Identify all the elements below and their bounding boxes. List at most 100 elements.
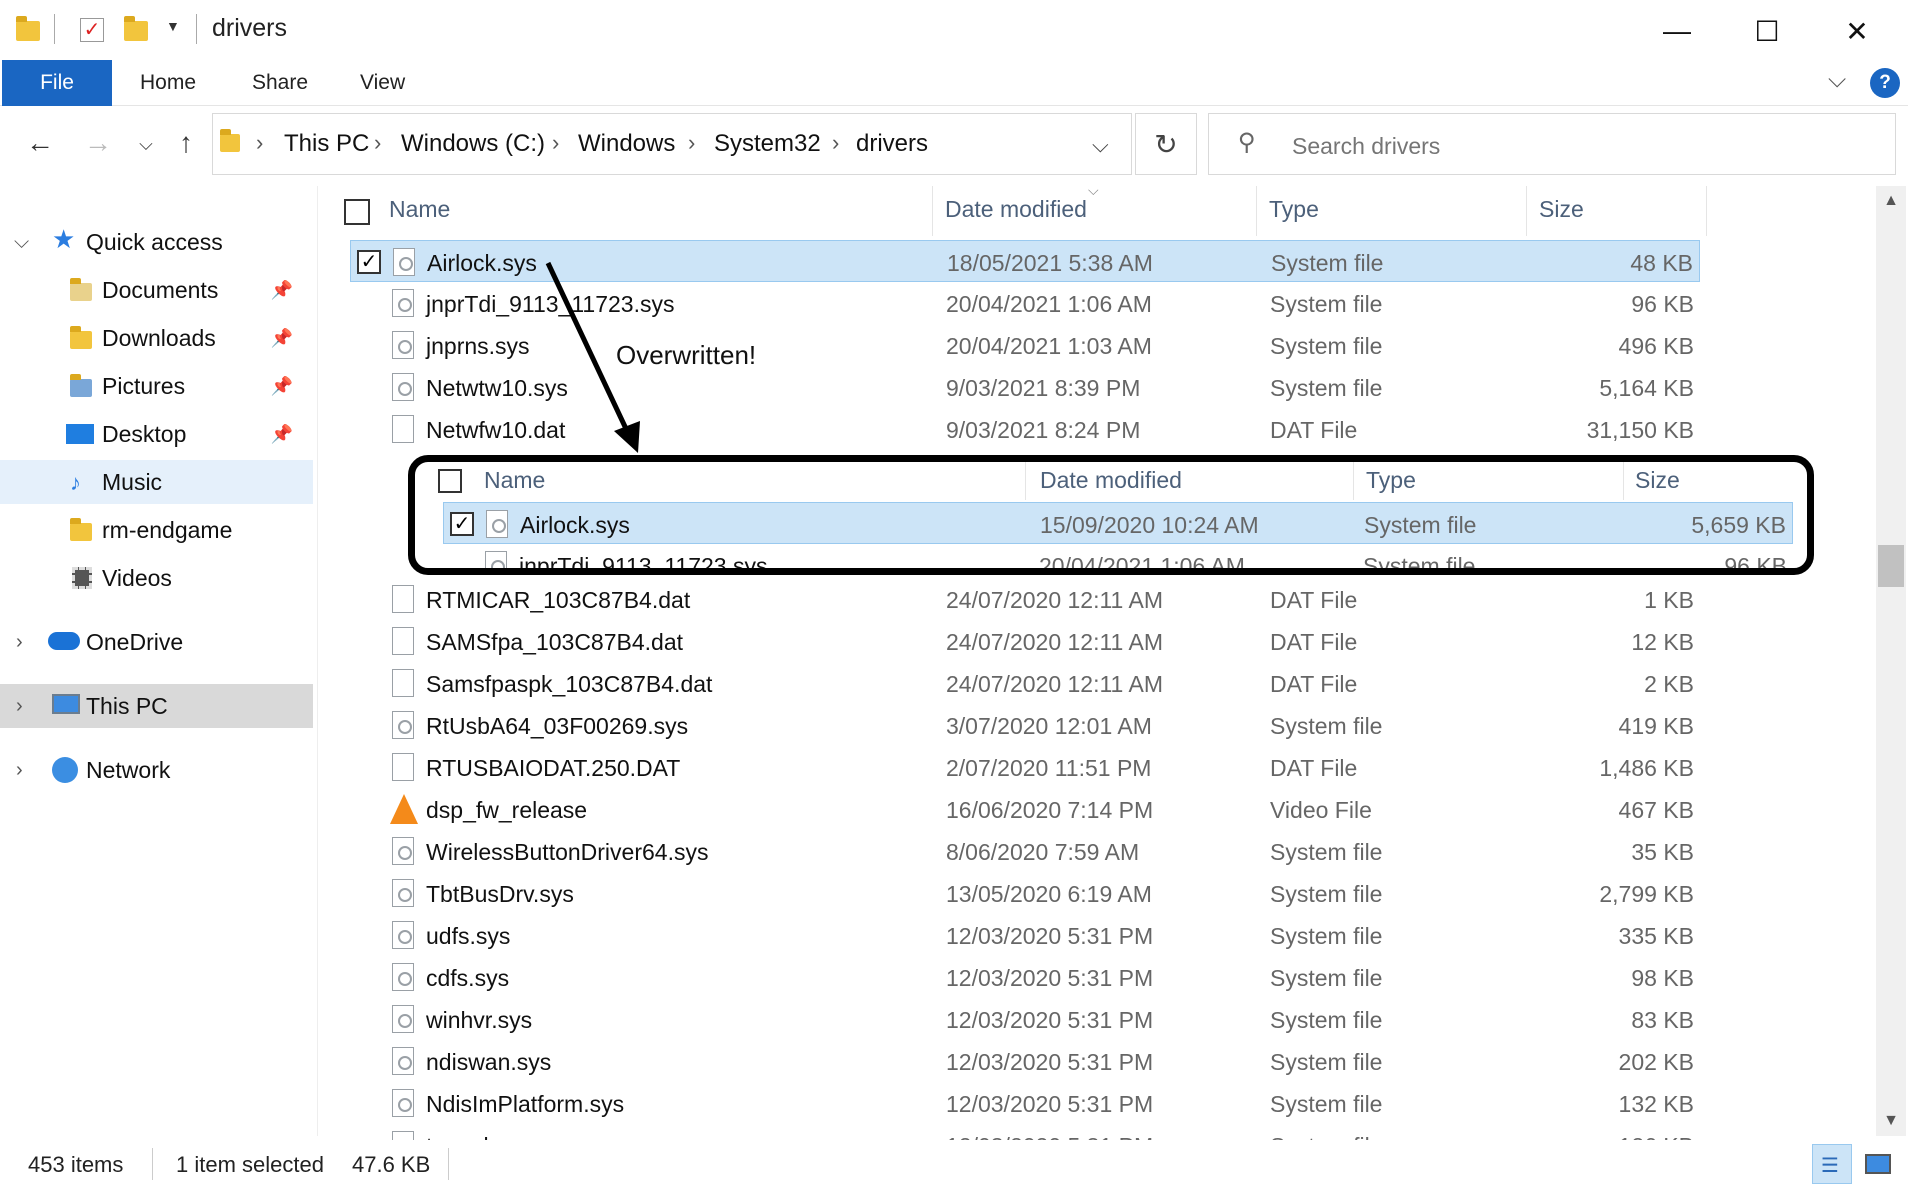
customize-quick-access-icon[interactable]: ▼ <box>166 18 180 34</box>
pin-icon[interactable]: 📌 <box>271 376 293 397</box>
pin-icon[interactable]: 📌 <box>271 424 293 445</box>
pin-icon[interactable]: 📌 <box>271 328 293 349</box>
column-header-date-modified[interactable]: Date modified <box>945 196 1087 223</box>
file-name: udfs.sys <box>426 923 511 949</box>
file-row[interactable]: cdfs.sys 12/03/2020 5:31 PM System file 98 … <box>350 956 1700 998</box>
callout-arrow <box>545 261 640 453</box>
breadcrumb-windows-c[interactable]: Windows (C:) <box>401 130 545 158</box>
new-folder-icon[interactable] <box>124 16 150 41</box>
file-date-modified: 20/04/2021 1:03 AM <box>946 333 1152 359</box>
sidebar-item-downloads[interactable]: Downloads 📌 <box>0 316 313 360</box>
sidebar-item-documents[interactable]: Documents 📌 <box>0 268 313 312</box>
column-divider[interactable] <box>1706 186 1707 236</box>
large-icons-view-button[interactable] <box>1858 1144 1898 1184</box>
select-all-checkbox[interactable] <box>438 469 462 493</box>
help-button[interactable]: ? <box>1870 68 1900 98</box>
minimize-button[interactable]: — <box>1632 6 1722 56</box>
file-row[interactable]: SAMSfpa_103C87B4.dat 24/07/2020 12:11 AM D… <box>350 620 1700 662</box>
forward-arrow-icon[interactable]: → <box>80 127 116 159</box>
sidebar-item-quick-access[interactable]: ⌵ ★ Quick access <box>0 220 313 264</box>
row-checkbox[interactable]: ✓ <box>357 250 381 274</box>
system-file-icon <box>392 921 414 949</box>
file-row[interactable]: Samsfpaspk_103C87B4.dat 24/07/2020 12:11 … <box>350 662 1700 704</box>
file-row[interactable]: winhvr.sys 12/03/2020 5:31 PM System file 8… <box>350 998 1700 1040</box>
file-date-modified: 20/04/2021 1:06 AM <box>1039 553 1245 575</box>
chevron-right-icon[interactable]: › <box>16 631 23 654</box>
properties-icon[interactable]: ✓ <box>80 18 104 42</box>
pin-icon[interactable]: 📌 <box>271 280 293 301</box>
column-header-name[interactable]: Name <box>389 196 450 223</box>
breadcrumb-drivers[interactable]: drivers <box>856 130 928 158</box>
system-file-icon <box>486 510 508 538</box>
file-row[interactable]: ndiswan.sys 12/03/2020 5:31 PM System file… <box>350 1040 1700 1082</box>
expand-ribbon-icon[interactable]: ⌵ <box>1828 66 1846 94</box>
file-name: cdfs.sys <box>426 965 510 991</box>
file-name: Airlock.sys <box>520 512 630 538</box>
chevron-right-icon[interactable]: › <box>16 695 23 718</box>
file-size: 5,164 KB <box>1599 375 1694 401</box>
sidebar-item-this-pc[interactable]: › This PC <box>0 684 313 728</box>
file-row[interactable]: udfs.sys 12/03/2020 5:31 PM System file 335… <box>350 914 1700 956</box>
vertical-scrollbar[interactable] <box>1876 186 1906 1136</box>
file-row[interactable]: ✓ Airlock.sys 15/09/2020 10:24 AM System fi… <box>443 502 1793 544</box>
scrollbar-thumb[interactable] <box>1878 545 1904 587</box>
divider <box>196 14 197 44</box>
sidebar-item-pictures[interactable]: Pictures 📌 <box>0 364 313 408</box>
file-date-modified: 3/07/2020 12:01 AM <box>946 713 1152 739</box>
column-divider[interactable] <box>1526 186 1527 236</box>
column-header-name[interactable]: Name <box>484 467 545 494</box>
scroll-down-icon[interactable]: ▼ <box>1876 1112 1906 1130</box>
sidebar-item-rm-endgame[interactable]: rm-endgame <box>0 508 313 552</box>
file-row[interactable]: RtUsbA64_03F00269.sys 3/07/2020 12:01 AM S… <box>350 704 1700 746</box>
file-row[interactable]: jnprTdi_9113_11723.sys 20/04/2021 1:06 AM… <box>443 544 1793 575</box>
file-row[interactable]: TbtBusDrv.sys 13/05/2020 6:19 AM System fi… <box>350 872 1700 914</box>
sidebar-item-network[interactable]: › Network <box>0 748 313 792</box>
sidebar-item-label: Videos <box>102 564 172 591</box>
row-checkbox[interactable]: ✓ <box>450 512 474 536</box>
file-name: Samsfpaspk_103C87B4.dat <box>426 671 713 697</box>
system-file-icon <box>392 963 414 991</box>
address-dropdown-icon[interactable]: ⌵ <box>1092 132 1109 158</box>
breadcrumb-system32[interactable]: System32 <box>714 130 821 158</box>
back-arrow-icon[interactable]: ← <box>22 127 58 159</box>
divider <box>448 1148 449 1180</box>
file-row[interactable]: NdisImPlatform.sys 12/03/2020 5:31 PM Syst… <box>350 1082 1700 1124</box>
tab-view[interactable]: View <box>360 60 405 106</box>
column-header-type[interactable]: Type <box>1269 196 1319 223</box>
file-size: 31,150 KB <box>1586 417 1694 443</box>
file-row[interactable]: dsp_fw_release 16/06/2020 7:14 PM Video Fi… <box>350 788 1700 830</box>
breadcrumb-this-pc[interactable]: This PC <box>284 130 369 158</box>
file-row[interactable]: RTUSBAIODAT.250.DAT 2/07/2020 11:51 PM DAT… <box>350 746 1700 788</box>
tab-file[interactable]: File <box>2 60 112 106</box>
column-divider[interactable] <box>1256 186 1257 236</box>
column-divider[interactable] <box>932 186 933 236</box>
sidebar-item-music[interactable]: ♪ Music <box>0 460 313 504</box>
tab-home[interactable]: Home <box>140 60 196 106</box>
file-name: TbtBusDrv.sys <box>426 881 574 907</box>
column-header-type[interactable]: Type <box>1366 467 1416 494</box>
file-row[interactable]: RTMICAR_103C87B4.dat 24/07/2020 12:11 AM D… <box>350 578 1700 620</box>
details-view-button[interactable]: ☰ <box>1812 1144 1852 1184</box>
tab-share[interactable]: Share <box>252 60 308 106</box>
file-type: DAT File <box>1270 587 1358 613</box>
chevron-right-icon[interactable]: › <box>16 759 23 782</box>
maximize-button[interactable]: ☐ <box>1722 6 1812 56</box>
close-button[interactable]: ✕ <box>1812 6 1902 56</box>
column-header-date-modified[interactable]: Date modified <box>1040 467 1182 494</box>
breadcrumb-windows[interactable]: Windows <box>578 130 675 158</box>
sidebar-item-onedrive[interactable]: › OneDrive <box>0 620 313 664</box>
sidebar-item-desktop[interactable]: Desktop 📌 <box>0 412 313 456</box>
refresh-button[interactable]: ↻ <box>1135 113 1197 175</box>
search-input[interactable] <box>1290 132 1850 161</box>
vlc-file-icon <box>390 794 418 824</box>
folder-icon[interactable] <box>16 16 42 41</box>
select-all-checkbox[interactable] <box>344 199 370 225</box>
scroll-up-icon[interactable]: ▲ <box>1876 192 1906 210</box>
up-arrow-icon[interactable]: ↑ <box>168 127 204 159</box>
recent-locations-icon[interactable]: ⌵ <box>128 134 164 155</box>
column-header-size[interactable]: Size <box>1539 196 1584 223</box>
column-header-size[interactable]: Size <box>1635 467 1680 494</box>
chevron-down-icon[interactable]: ⌵ <box>14 231 29 254</box>
file-row[interactable]: WirelessButtonDriver64.sys 8/06/2020 7:59… <box>350 830 1700 872</box>
sidebar-item-videos[interactable]: Videos <box>0 556 313 600</box>
